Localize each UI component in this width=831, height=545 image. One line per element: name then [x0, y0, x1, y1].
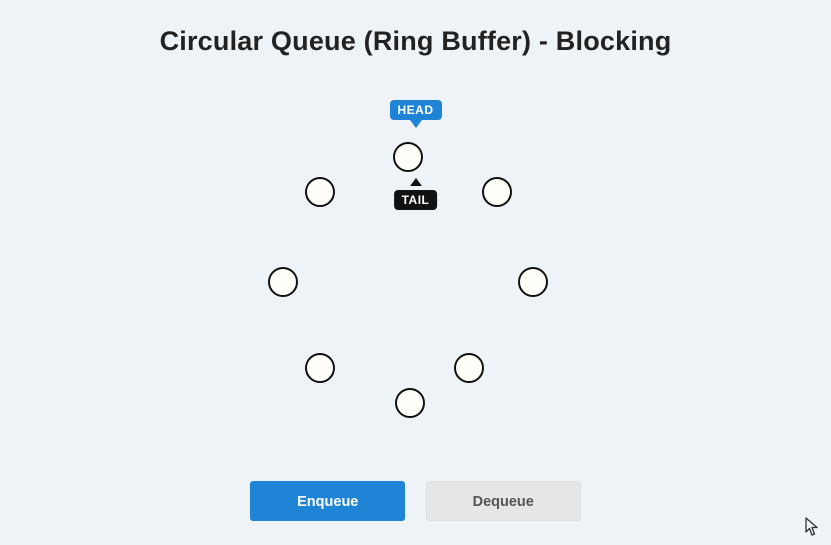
page-title: Circular Queue (Ring Buffer) - Blocking	[0, 0, 831, 57]
ring-slot-0	[393, 142, 423, 172]
tail-badge: TAIL	[394, 190, 438, 210]
ring-slot-1	[482, 177, 512, 207]
ring-slot-6	[268, 267, 298, 297]
controls-bar: Enqueue Dequeue	[0, 481, 831, 521]
ring-slot-7	[305, 177, 335, 207]
head-badge: HEAD	[389, 100, 441, 120]
head-arrow-icon	[410, 120, 422, 128]
dequeue-button[interactable]: Dequeue	[426, 481, 581, 521]
ring-slot-3	[454, 353, 484, 383]
ring-buffer	[0, 130, 831, 430]
enqueue-button[interactable]: Enqueue	[250, 481, 405, 521]
ring-slot-2	[518, 267, 548, 297]
ring-slot-4	[395, 388, 425, 418]
ring-slot-5	[305, 353, 335, 383]
tail-arrow-icon	[410, 178, 422, 186]
page-root: Circular Queue (Ring Buffer) - Blocking …	[0, 0, 831, 545]
